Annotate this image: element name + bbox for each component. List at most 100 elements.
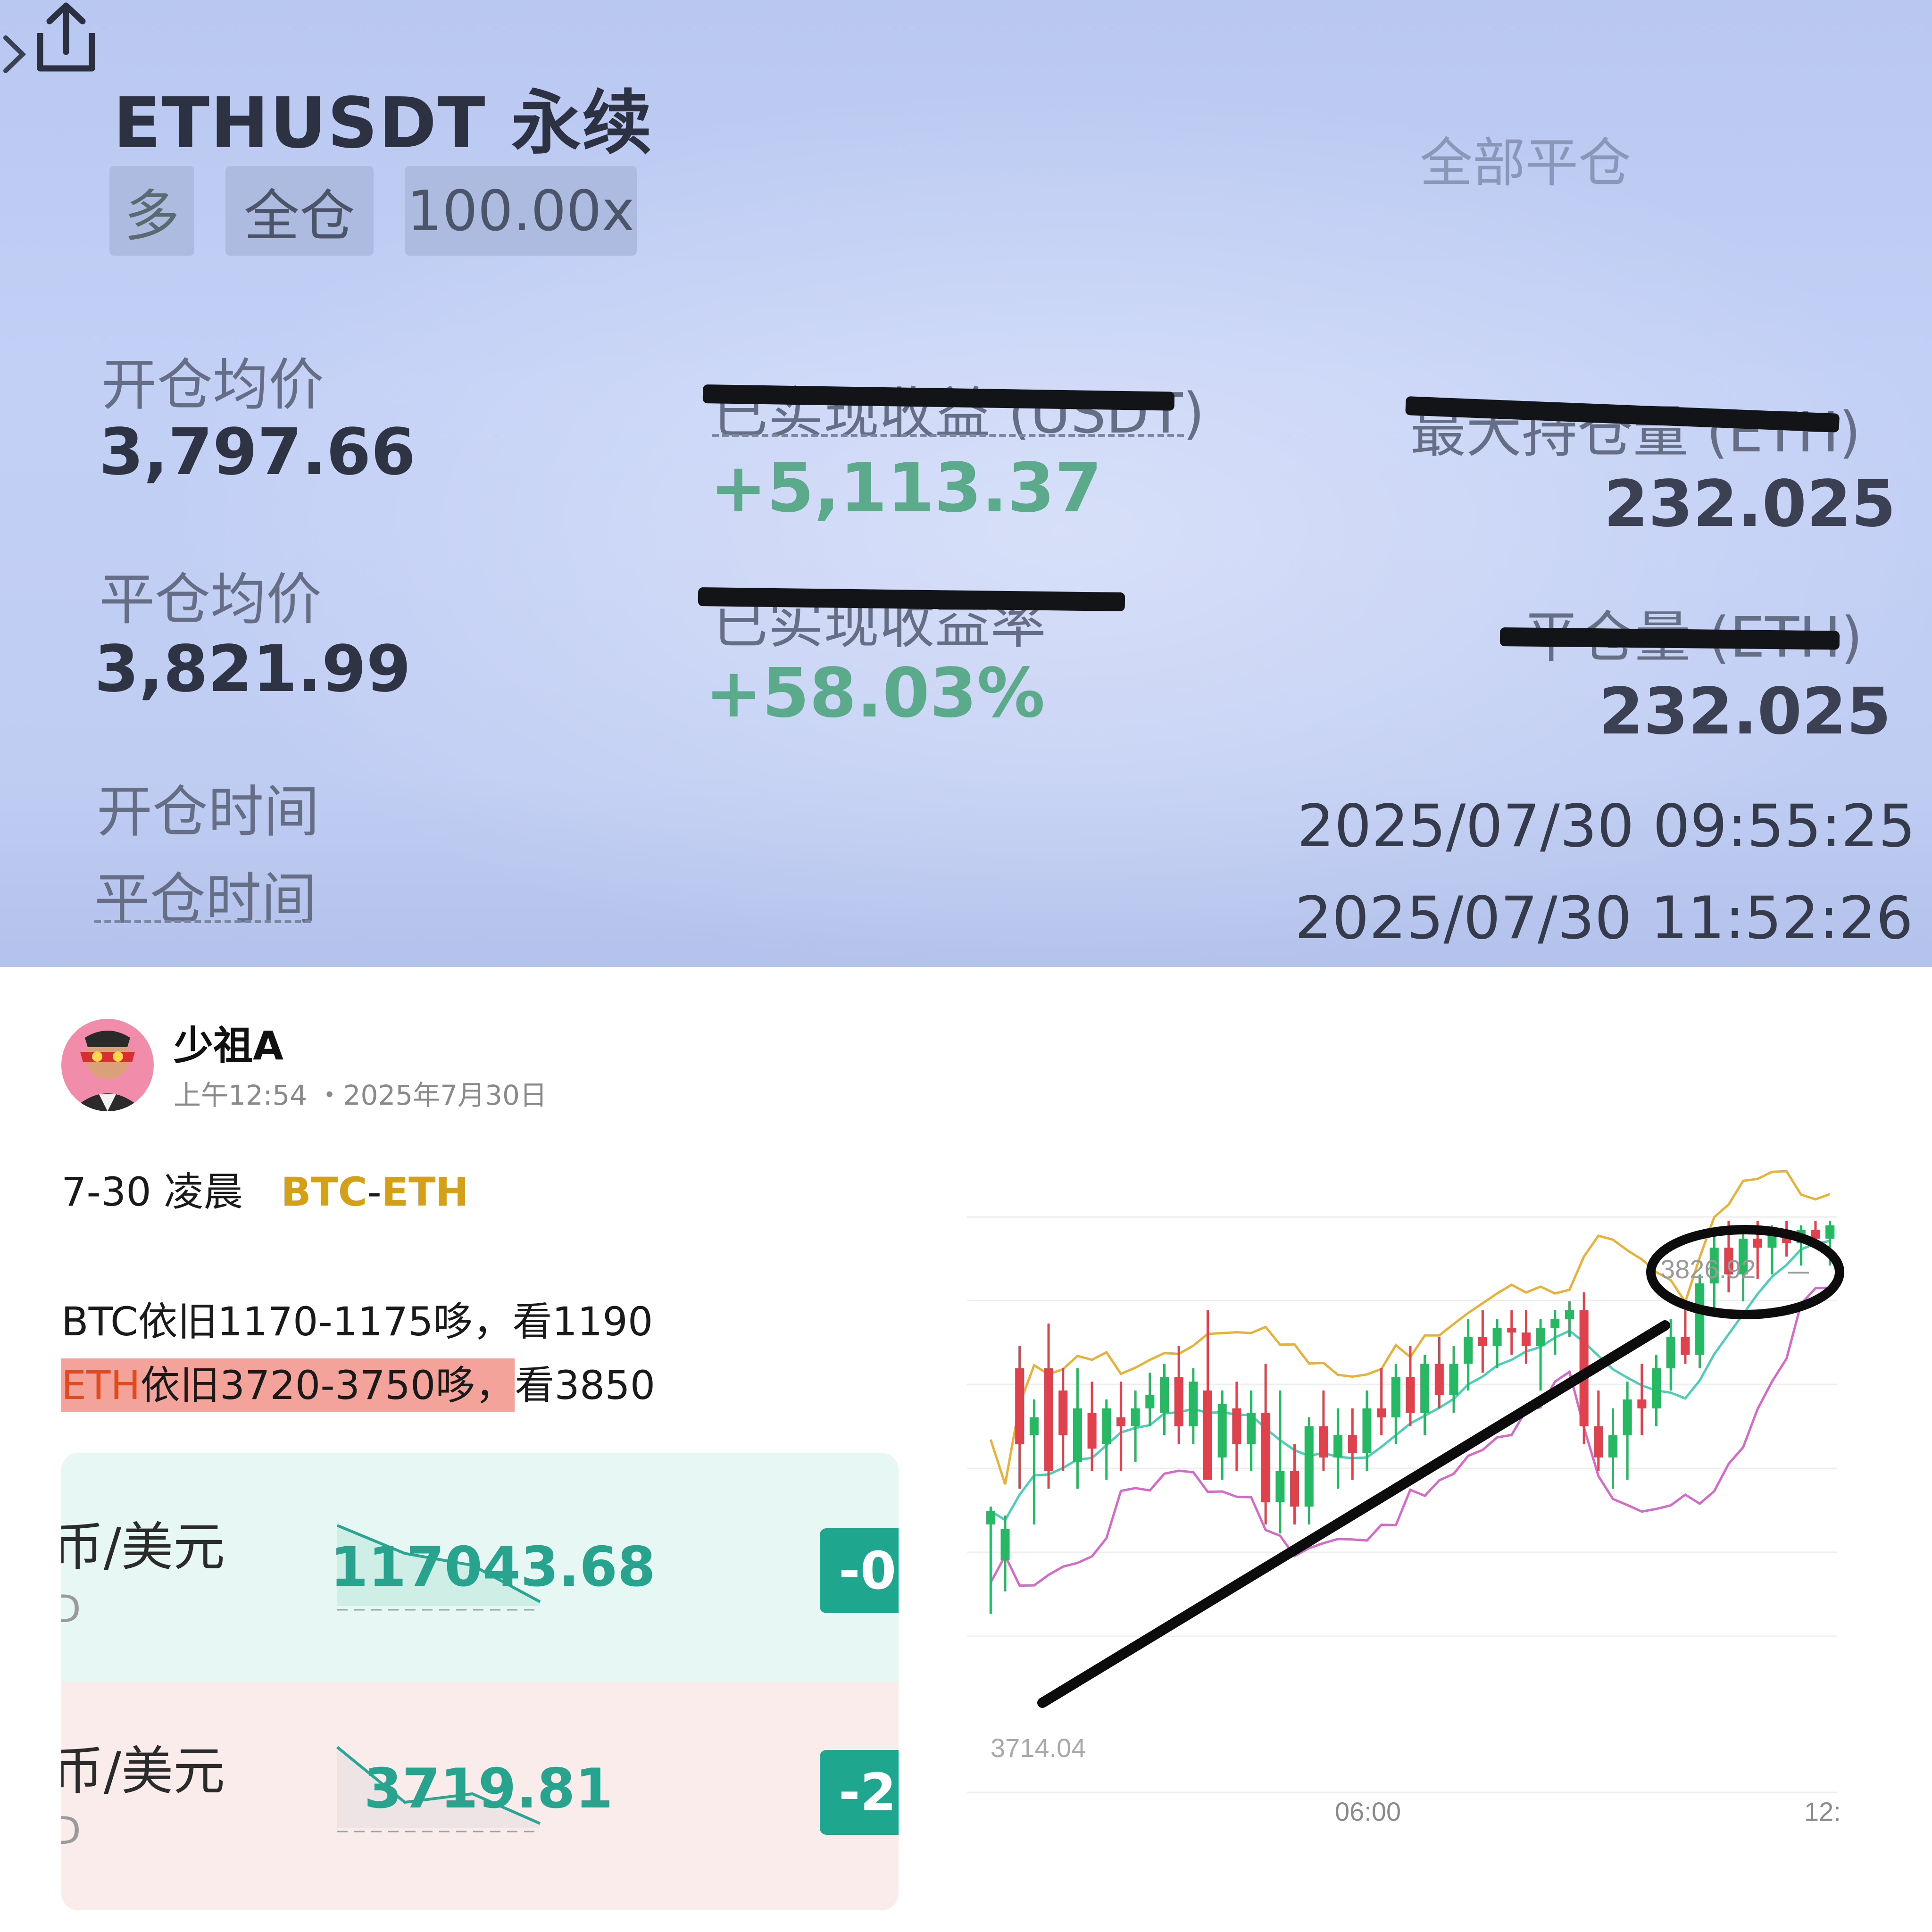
highlight-rest: 依旧3720-3750哆，	[140, 1362, 515, 1408]
change-badge[interactable]: -0	[820, 1528, 899, 1613]
y-high-label: 3826.92	[1660, 1254, 1756, 1284]
candle-body	[1464, 1337, 1473, 1364]
candle-body	[1652, 1368, 1661, 1408]
highlighted-text: ETH依旧3720-3750哆，	[61, 1358, 515, 1412]
x-tick-label: 06:00	[1335, 1797, 1401, 1826]
post-date-text: 7-30 凌晨	[61, 1169, 243, 1215]
post-line-3-tail: 看3850	[515, 1362, 656, 1408]
candle-body	[1189, 1382, 1198, 1426]
candle-body	[1232, 1408, 1241, 1444]
candle-body	[1406, 1377, 1415, 1413]
market-row-btc[interactable]: 币/美元 D 117043.68 -0	[61, 1453, 899, 1682]
candle-body	[1102, 1408, 1111, 1444]
candle-body	[1449, 1364, 1458, 1395]
market-row-eth[interactable]: 币/美元 D 3719.81 -2	[61, 1682, 899, 1910]
candle-body	[1507, 1328, 1516, 1332]
candle-body	[1681, 1337, 1690, 1355]
candle-body	[1073, 1408, 1082, 1462]
pair-tag-btc[interactable]: BTC	[281, 1169, 367, 1215]
close-all-button[interactable]: 全部平仓	[1420, 120, 1631, 197]
contract-symbol[interactable]: ETHUSDT 永续	[113, 66, 653, 167]
candle-body	[1174, 1377, 1183, 1426]
candle-body	[1391, 1377, 1400, 1417]
post-username[interactable]: 少祖A	[174, 1014, 283, 1071]
candle-body	[1536, 1328, 1545, 1346]
candle-body	[1333, 1435, 1343, 1457]
post-line-1: 7-30 凌晨 BTC-ETH	[61, 1160, 469, 1217]
pair-tag-eth[interactable]: ETH	[382, 1169, 469, 1215]
close-time-underline	[94, 920, 311, 923]
candlestick-chart: 3826.92 3714.04 06:00 12:	[967, 1170, 1844, 1826]
candle-body	[1550, 1319, 1560, 1328]
pair-subtitle: D	[61, 1809, 81, 1853]
candle-body	[1203, 1391, 1213, 1480]
chart-grid	[967, 1216, 1837, 1793]
candle-body	[1608, 1435, 1618, 1457]
candle-body	[1420, 1364, 1430, 1413]
position-detail-photo: ETHUSDT 永续 多 全仓 100.00x 全部平仓 开仓均价 3,797.…	[0, 0, 1932, 967]
open-avg-price-label: 开仓均价	[101, 352, 325, 417]
avatar[interactable]	[61, 1019, 154, 1111]
candle-body	[1434, 1364, 1444, 1395]
last-price: 117043.68	[330, 1535, 656, 1599]
candle-body	[1492, 1328, 1502, 1346]
realized-pnl-value: +5,113.37	[710, 448, 1102, 527]
pair-name: 币/美元	[61, 1517, 225, 1577]
candle-body	[1087, 1413, 1097, 1449]
candle-body	[1116, 1417, 1125, 1426]
max-position-value: 232.025	[1604, 467, 1896, 541]
candle-body	[1275, 1471, 1285, 1502]
candle-body	[1247, 1413, 1256, 1444]
candle-body	[1145, 1395, 1155, 1408]
last-price: 3719.81	[364, 1757, 613, 1821]
candle-body	[1478, 1337, 1487, 1346]
open-avg-price-value: 3,797.66	[99, 415, 416, 490]
closed-amount-value: 232.025	[1599, 675, 1891, 749]
pair-subtitle: D	[61, 1587, 81, 1631]
candle-body	[1753, 1239, 1762, 1248]
candle-body	[1131, 1408, 1140, 1426]
candle-body	[1637, 1399, 1647, 1408]
candle-body	[1666, 1337, 1675, 1368]
candle-body	[1565, 1310, 1574, 1319]
realized-pnl-underline	[712, 434, 1184, 437]
margin-mode-tag: 全仓	[225, 166, 374, 256]
avatar-image	[61, 1019, 154, 1111]
candle-body	[1044, 1368, 1053, 1471]
eth-keyword: ETH	[61, 1362, 141, 1408]
candle-body	[1159, 1377, 1169, 1413]
candle-body	[1377, 1408, 1386, 1417]
candle-body	[1058, 1391, 1068, 1435]
candle-body	[1521, 1332, 1531, 1346]
open-time-label: 开仓时间	[97, 779, 320, 844]
x-tick-label: 12:	[1804, 1797, 1841, 1826]
post-line-3: ETH依旧3720-3750哆，看3850	[61, 1354, 656, 1412]
candle-body	[1594, 1426, 1603, 1457]
side-tag: 多	[109, 166, 194, 256]
realized-pnl-rate-value: +58.03%	[705, 653, 1045, 733]
close-avg-price-label: 平仓均价	[99, 567, 322, 632]
candle-body	[1362, 1408, 1372, 1453]
candle-body	[1695, 1283, 1705, 1355]
candle-body	[1029, 1417, 1039, 1435]
open-time-value: 2025/07/30 09:55:25	[1297, 792, 1916, 860]
candle-body	[1348, 1435, 1357, 1453]
pair-separator: -	[367, 1169, 382, 1215]
change-badge[interactable]: -2	[820, 1750, 899, 1835]
leverage-tag: 100.00x	[405, 166, 637, 256]
candle-body	[1623, 1399, 1632, 1435]
candle-body	[986, 1511, 995, 1524]
marker-strike	[1499, 627, 1840, 650]
close-avg-price-value: 3,821.99	[94, 632, 411, 707]
candle-body	[1000, 1529, 1010, 1560]
close-time-value: 2025/07/30 11:52:26	[1295, 884, 1914, 952]
candle-body	[1825, 1225, 1835, 1239]
y-low-label: 3714.04	[991, 1733, 1086, 1763]
candle-body	[1217, 1404, 1227, 1457]
post-timestamp: 上午12:54 ・2025年7月30日	[174, 1079, 547, 1111]
candle-body	[1319, 1426, 1328, 1457]
trendline	[1037, 1320, 1670, 1708]
pair-name: 币/美元	[61, 1741, 225, 1801]
candle-body	[1290, 1471, 1299, 1507]
candle-body	[1261, 1413, 1270, 1502]
